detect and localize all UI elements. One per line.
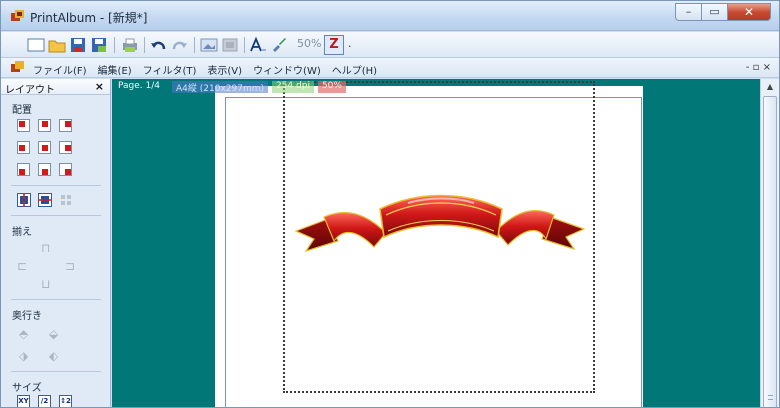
text-tool-icon[interactable] [249,36,267,54]
window-controls: – ▭ ✕ [675,3,771,21]
close-button[interactable]: ✕ [727,3,771,21]
application-window: PrintAlbum - [新規*] – ▭ ✕ 50% Z . ファイル(F)… [0,0,780,408]
maximize-button[interactable]: ▭ [701,3,727,21]
new-document-icon[interactable] [27,36,45,54]
canvas-area[interactable]: Page. 1/4 A4縦 (210x297mm) 254 dpi 50% [112,79,760,407]
open-folder-icon[interactable] [48,36,66,54]
menu-file[interactable]: ファイル(F) [33,62,87,77]
page-indicator: Page. 1/4 [118,81,160,91]
zoom-z-button[interactable]: Z [324,35,344,55]
align-top-icon[interactable]: ⊓ [41,241,50,255]
send-to-back-icon[interactable]: ⬖ [49,349,58,363]
position-top-left-button[interactable] [17,119,30,132]
app-logo-icon [11,10,24,21]
center-vertical-icon[interactable] [17,193,31,207]
toolbar: 50% Z . [1,32,779,58]
align-left-icon[interactable]: ⊏ [17,259,27,273]
size-double-button[interactable]: ↕2 [59,395,72,407]
distribute-icon[interactable] [59,193,73,207]
window-title: PrintAlbum - [新規*] [30,11,148,25]
center-horizontal-icon[interactable] [38,193,52,207]
section-size-label: サイズ [12,383,42,394]
position-top-right-button[interactable] [59,119,72,132]
paper-size-indicator: A4縦 (210x297mm) [172,81,268,94]
size-fit-xy-button[interactable]: XY [17,395,30,407]
dpi-indicator: 254 dpi [271,81,314,93]
scroll-thumb[interactable] [763,96,777,407]
vertical-scrollbar[interactable]: ▲ [760,79,779,407]
minimize-icon: – [685,5,692,18]
menu-items: ファイル(F) 編集(E) フィルタ(T) 表示(V) ウィンドウ(W) ヘルプ… [33,62,388,77]
image-gray-icon[interactable] [221,36,239,54]
paint-tool-icon[interactable] [270,36,288,54]
image-icon[interactable] [200,36,218,54]
save-icon[interactable] [69,36,87,54]
layout-panel: レイアウト × 配置 揃え ⊓ ⊏ ⊐ ⊔ 奥行き ⬘ ⬙ ⬗ ⬖ サイズ XY… [1,79,111,407]
undo-icon[interactable] [150,36,168,54]
position-middle-right-button[interactable] [59,141,72,154]
close-icon: ✕ [743,5,755,19]
panel-header: レイアウト × [1,79,110,96]
selection-box[interactable] [283,81,595,393]
section-align-label: 揃え [12,227,32,238]
print-icon[interactable] [121,36,139,54]
menu-help[interactable]: ヘルプ(H) [332,62,377,77]
mdi-window-controls[interactable]: - ▫ × [746,62,771,73]
document-icon[interactable] [11,61,24,73]
section-arrange-label: 配置 [12,105,32,116]
bring-forward-icon[interactable]: ⬘ [19,327,28,341]
canvas-status-strip: Page. 1/4 A4縦 (210x297mm) 254 dpi 50% [112,81,346,94]
position-bottom-center-button[interactable] [38,163,51,176]
size-half-button[interactable]: /2 [38,395,51,407]
panel-close-button[interactable]: × [95,80,104,93]
menu-window[interactable]: ウィンドウ(W) [253,62,321,77]
zoom-indicator: 50% [317,81,346,93]
position-top-center-button[interactable] [38,119,51,132]
align-bottom-icon[interactable]: ⊔ [41,277,50,291]
position-bottom-right-button[interactable] [59,163,72,176]
menu-view[interactable]: 表示(V) [207,62,242,77]
zoom-percent-label[interactable]: 50% [297,37,321,50]
section-depth-label: 奥行き [12,311,42,322]
minimize-button[interactable]: – [675,3,701,21]
send-backward-icon[interactable]: ⬗ [19,349,28,363]
scroll-up-arrow-icon[interactable]: ▲ [761,79,779,95]
menu-filter[interactable]: フィルタ(T) [143,62,197,77]
toolbar-overflow-icon[interactable]: . [348,37,352,50]
scroll-grip-icon [768,395,773,400]
panel-title: レイアウト [5,85,55,96]
position-bottom-left-button[interactable] [17,163,30,176]
align-right-icon[interactable]: ⊐ [65,259,75,273]
maximize-icon: ▭ [709,5,720,18]
menu-bar: ファイル(F) 編集(E) フィルタ(T) 表示(V) ウィンドウ(W) ヘルプ… [1,58,779,78]
save-as-icon[interactable] [90,36,108,54]
position-middle-left-button[interactable] [17,141,30,154]
position-center-button[interactable] [38,141,51,154]
bring-to-front-icon[interactable]: ⬙ [49,327,58,341]
title-bar[interactable]: PrintAlbum - [新規*] – ▭ ✕ [1,1,779,31]
redo-icon[interactable] [171,36,189,54]
menu-edit[interactable]: 編集(E) [98,62,132,77]
